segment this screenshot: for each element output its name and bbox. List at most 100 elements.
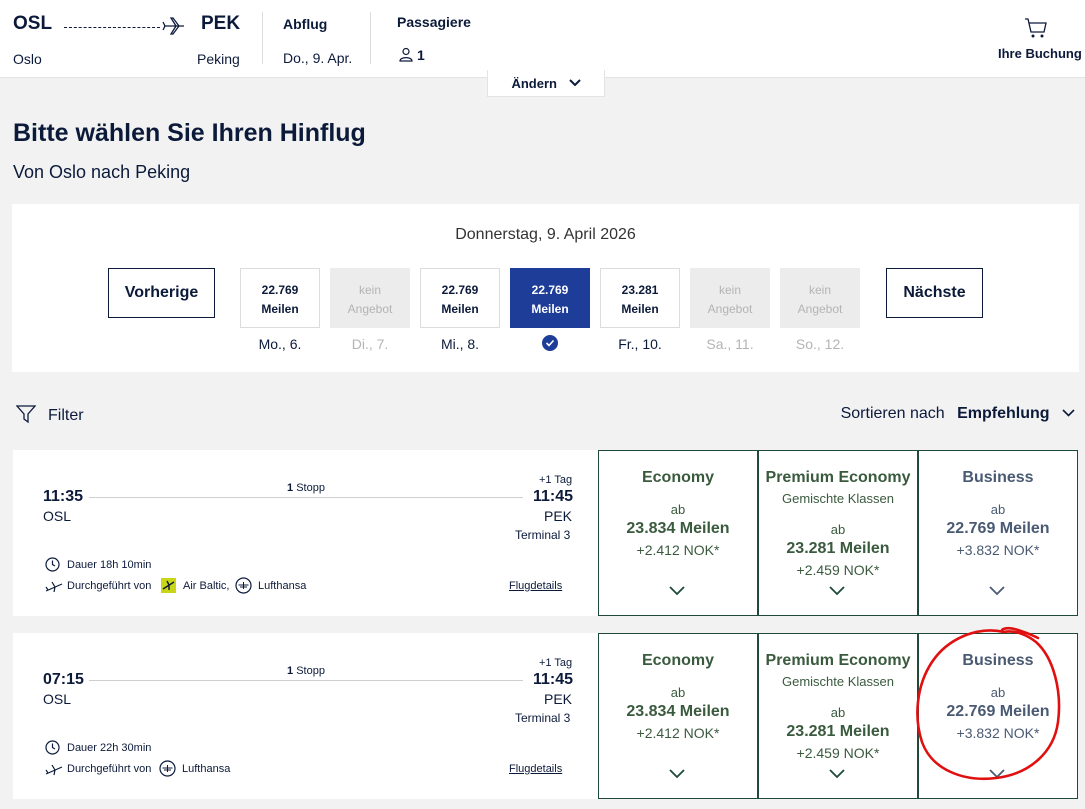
fare-premium-economy[interactable]: Premium Economy Gemischte Klassen ab 23.… — [758, 450, 918, 616]
route-dashed-line — [64, 27, 160, 28]
funnel-icon — [15, 404, 37, 429]
plus-day: +1 Tag — [539, 657, 573, 669]
chevron-down-icon — [829, 583, 845, 601]
change-label: Ändern — [511, 76, 557, 91]
day-unit: Meilen — [531, 302, 569, 316]
filter-label: Filter — [48, 407, 84, 424]
route-line — [89, 497, 523, 498]
fare-class: Business — [962, 469, 1034, 486]
arrival-airport: PEK — [544, 508, 573, 524]
day-miles: 22.769 — [261, 283, 299, 297]
cart-icon[interactable] — [1024, 17, 1048, 44]
fare-business[interactable]: Business ab 22.769 Meilen +3.832 NOK* — [918, 450, 1078, 616]
day-label: Sa., 11. — [706, 336, 754, 352]
chevron-down-icon — [1062, 404, 1075, 422]
arrival-terminal: Terminal 3 — [515, 528, 571, 542]
destination-city: Peking — [197, 51, 240, 67]
operated-by-label: Durchgeführt von — [67, 580, 152, 592]
fare-economy[interactable]: Economy ab 23.834 Meilen +2.412 NOK* — [598, 450, 758, 616]
sort-dropdown[interactable]: Sortieren nach Empfehlung — [841, 404, 1075, 423]
day-miles: 23.281 — [621, 283, 659, 297]
sort-prefix: Sortieren nach — [840, 405, 945, 422]
your-booking-link[interactable]: Ihre Buchung — [998, 46, 1082, 61]
fare-from: ab — [670, 685, 686, 700]
person-icon — [399, 47, 413, 67]
fare-surcharge: +3.832 NOK* — [956, 542, 1040, 558]
stops-info: 1 Stopp — [287, 665, 325, 677]
departure-date[interactable]: Do., 9. Apr. — [283, 50, 352, 66]
passengers-count[interactable]: 1 — [417, 47, 425, 63]
day-tile-thu-9-selected[interactable]: 22.769 Meilen — [510, 268, 590, 328]
day-no-offer: kein — [358, 283, 381, 297]
operated-by-label: Durchgeführt von — [67, 763, 152, 775]
filter-button[interactable]: Filter — [15, 404, 84, 429]
top-bar: OSL Oslo PEK Peking Abflug Do., 9. Apr. … — [0, 0, 1085, 78]
clock-icon — [45, 740, 60, 760]
day-label: Fr., 10. — [618, 336, 662, 352]
fare-from: ab — [830, 705, 846, 720]
day-tile-wed-8[interactable]: 22.769 Meilen — [420, 268, 500, 328]
fare-surcharge: +2.459 NOK* — [796, 745, 880, 761]
sort-value: Empfehlung — [957, 405, 1050, 422]
day-unit: Meilen — [621, 302, 659, 316]
operated-plane-icon — [45, 763, 63, 781]
carrier-name: Lufthansa — [258, 580, 307, 592]
operated-plane-icon — [45, 580, 63, 598]
day-no-offer: Angebot — [707, 302, 753, 316]
fare-miles: 23.834 Meilen — [626, 703, 730, 720]
air-baltic-logo-icon — [161, 578, 176, 593]
departure-time: 07:15 — [43, 671, 84, 688]
fare-economy[interactable]: Economy ab 23.834 Meilen +2.412 NOK* — [598, 633, 758, 799]
fare-miles: 23.281 Meilen — [786, 540, 890, 557]
stops-count: 1 — [287, 482, 294, 494]
flight-details-link[interactable]: Flugdetails — [509, 580, 562, 592]
stops-label: Stopp — [296, 665, 325, 677]
day-tile-sat-11: kein Angebot — [690, 268, 770, 328]
change-search-button[interactable]: Ändern — [487, 70, 605, 97]
plus-day: +1 Tag — [539, 474, 573, 486]
fare-surcharge: +2.459 NOK* — [796, 562, 880, 578]
next-button[interactable]: Nächste — [886, 268, 983, 318]
day-unit: Meilen — [261, 302, 299, 316]
lufthansa-logo-icon — [235, 577, 252, 599]
stops-count: 1 — [287, 665, 294, 677]
fare-from: ab — [670, 502, 686, 517]
flight-details-link[interactable]: Flugdetails — [509, 763, 562, 775]
previous-button[interactable]: Vorherige — [108, 268, 215, 318]
airplane-icon — [162, 15, 186, 42]
fare-premium-economy[interactable]: Premium Economy Gemischte Klassen ab 23.… — [758, 633, 918, 799]
day-no-offer: kein — [718, 283, 741, 297]
departure-airport: OSL — [43, 691, 72, 707]
day-tile-fri-10[interactable]: 23.281 Meilen — [600, 268, 680, 328]
day-label: Mi., 8. — [440, 336, 480, 352]
departure-time: 11:35 — [43, 488, 84, 505]
duration: Dauer 18h 10min — [67, 559, 152, 571]
divider — [262, 12, 263, 64]
chevron-down-icon — [829, 766, 845, 784]
selected-date-title: Donnerstag, 9. April 2026 — [455, 226, 636, 243]
day-no-offer: Angebot — [797, 302, 843, 316]
departure-airport: OSL — [43, 508, 72, 524]
arrival-terminal: Terminal 3 — [515, 711, 571, 725]
passengers-label: Passagiere — [397, 14, 471, 30]
fare-from: ab — [990, 502, 1006, 517]
fare-miles: 23.281 Meilen — [786, 723, 890, 740]
fare-miles: 22.769 Meilen — [946, 520, 1050, 537]
carrier-name: Lufthansa — [182, 763, 231, 775]
flight-card: 07:15 OSL 1 Stopp +1 Tag 11:45 PEK Termi… — [13, 633, 598, 799]
day-tile-mon-6[interactable]: 22.769 Meilen — [240, 268, 320, 328]
departure-label: Abflug — [283, 16, 328, 32]
fare-class: Premium Economy — [765, 652, 911, 669]
day-no-offer: kein — [808, 283, 831, 297]
fare-class: Premium Economy — [765, 469, 911, 486]
arrival-airport: PEK — [544, 691, 573, 707]
fare-from: ab — [830, 522, 846, 537]
chevron-down-icon — [568, 75, 581, 90]
day-miles: 22.769 — [441, 283, 479, 297]
duration: Dauer 22h 30min — [67, 742, 152, 754]
chevron-down-icon — [669, 766, 685, 784]
carrier-name: Air Baltic, — [183, 580, 230, 592]
page-title: Bitte wählen Sie Ihren Hinflug — [13, 119, 366, 147]
day-no-offer: Angebot — [347, 302, 393, 316]
day-tile-tue-7: kein Angebot — [330, 268, 410, 328]
